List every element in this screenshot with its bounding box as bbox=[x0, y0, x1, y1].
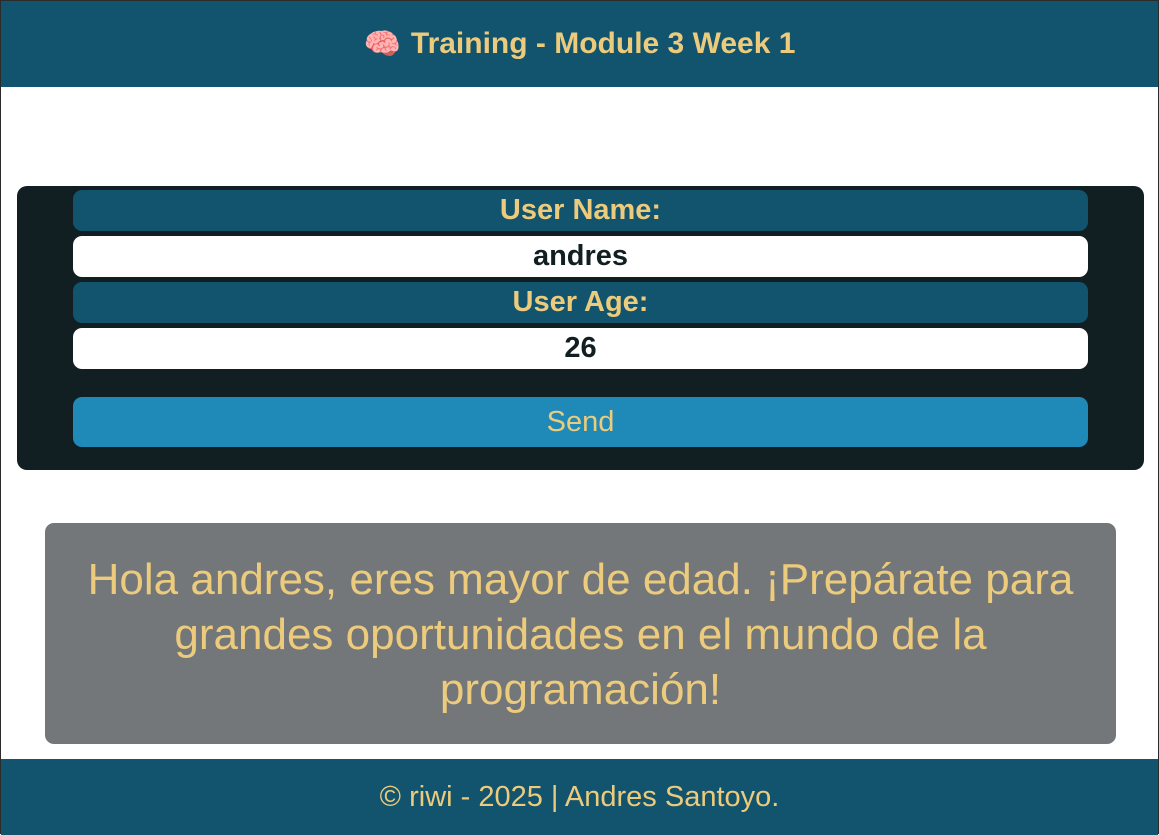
brain-icon: 🧠 bbox=[363, 27, 401, 61]
result-message: Hola andres, eres mayor de edad. ¡Prepár… bbox=[45, 523, 1116, 744]
user-form: User Name: User Age: Send bbox=[17, 186, 1144, 470]
user-name-input[interactable] bbox=[73, 236, 1088, 277]
page-footer: © riwi - 2025 | Andres Santoyo. bbox=[1, 759, 1158, 835]
footer-text: © riwi - 2025 | Andres Santoyo. bbox=[379, 780, 780, 813]
page-header: 🧠 Training - Module 3 Week 1 bbox=[1, 1, 1158, 87]
user-name-label: User Name: bbox=[73, 190, 1088, 231]
send-button[interactable]: Send bbox=[73, 397, 1088, 447]
user-age-label: User Age: bbox=[73, 282, 1088, 323]
user-age-input[interactable] bbox=[73, 328, 1088, 369]
page-title: Training - Module 3 Week 1 bbox=[410, 27, 796, 60]
